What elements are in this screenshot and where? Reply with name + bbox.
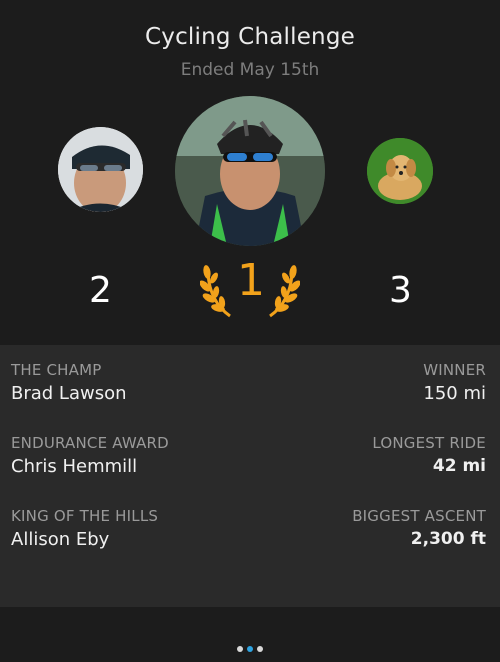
award-winner-name: Brad Lawson xyxy=(11,383,127,404)
second-place-avatar[interactable] xyxy=(58,127,143,212)
award-row-hills[interactable]: KING OF THE HILLS Allison Eby BIGGEST AS… xyxy=(11,507,486,557)
challenge-header: Cycling Challenge Ended May 15th 2 1 3 xyxy=(0,0,500,345)
award-label: ENDURANCE AWARD xyxy=(11,434,169,452)
first-place-rank: 1 xyxy=(237,255,265,306)
award-winner-name: Chris Hemmill xyxy=(11,456,138,477)
stat-value: 42 mi xyxy=(432,456,486,476)
third-place-rank: 3 xyxy=(389,270,412,311)
awards-panel: THE CHAMP Brad Lawson WINNER 150 mi ENDU… xyxy=(0,345,500,607)
stat-value: 2,300 ft xyxy=(410,529,486,549)
award-winner-name: Allison Eby xyxy=(11,529,110,550)
second-place-rank: 2 xyxy=(89,270,112,311)
page-dot[interactable] xyxy=(237,646,243,652)
stat-label: BIGGEST ASCENT xyxy=(352,507,486,525)
third-place-avatar[interactable] xyxy=(367,138,433,204)
stat-label: WINNER xyxy=(423,361,486,379)
award-label: KING OF THE HILLS xyxy=(11,507,159,525)
page-dot[interactable] xyxy=(257,646,263,652)
award-row-champ[interactable]: THE CHAMP Brad Lawson WINNER 150 mi xyxy=(11,361,486,411)
award-label: THE CHAMP xyxy=(11,361,102,379)
stat-value: 150 mi xyxy=(423,383,486,404)
page-dot-active[interactable] xyxy=(247,646,253,652)
page-indicator[interactable] xyxy=(0,646,500,652)
challenge-subtitle: Ended May 15th xyxy=(180,60,320,80)
first-place-avatar[interactable] xyxy=(175,96,325,246)
award-row-endurance[interactable]: ENDURANCE AWARD Chris Hemmill LONGEST RI… xyxy=(11,434,486,484)
stat-label: LONGEST RIDE xyxy=(372,434,486,452)
challenge-title: Cycling Challenge xyxy=(145,24,355,50)
